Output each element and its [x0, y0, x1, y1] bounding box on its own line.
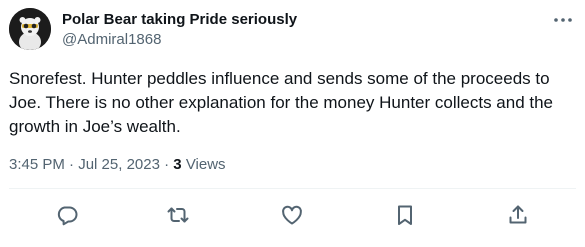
tweet-time[interactable]: 3:45 PM: [9, 156, 65, 173]
polar-bear-avatar-icon: [9, 8, 51, 50]
like-icon: [282, 205, 302, 225]
tweet-date[interactable]: Jul 25, 2023: [78, 156, 160, 173]
share-button[interactable]: [506, 203, 530, 227]
author-display-name[interactable]: Polar Bear taking Pride seriously: [62, 10, 297, 29]
divider: [9, 188, 576, 189]
bookmark-icon: [398, 205, 412, 225]
reply-button[interactable]: [55, 203, 79, 227]
views-label: Views: [185, 156, 226, 173]
tweet-metadata: 3:45 PM · Jul 25, 2023 · 3 Views: [9, 155, 226, 174]
more-icon: [554, 18, 572, 22]
tweet-text: Snorefest. Hunter peddles influence and …: [9, 69, 554, 136]
retweet-button[interactable]: [166, 203, 190, 227]
like-button[interactable]: [280, 203, 304, 227]
tweet-card: Polar Bear taking Pride seriously @Admir…: [0, 0, 585, 247]
reply-icon: [57, 206, 78, 226]
meta-separator: ·: [69, 156, 75, 173]
views-count: 3: [173, 156, 182, 173]
retweet-icon: [167, 207, 189, 223]
tweet-header: Polar Bear taking Pride seriously @Admir…: [62, 10, 297, 49]
avatar[interactable]: [9, 8, 51, 50]
meta-separator: ·: [164, 156, 170, 173]
more-options-button[interactable]: [553, 12, 573, 28]
author-handle[interactable]: @Admiral1868: [62, 30, 297, 49]
bookmark-button[interactable]: [393, 203, 417, 227]
action-bar: [0, 203, 585, 227]
share-icon: [509, 205, 527, 224]
